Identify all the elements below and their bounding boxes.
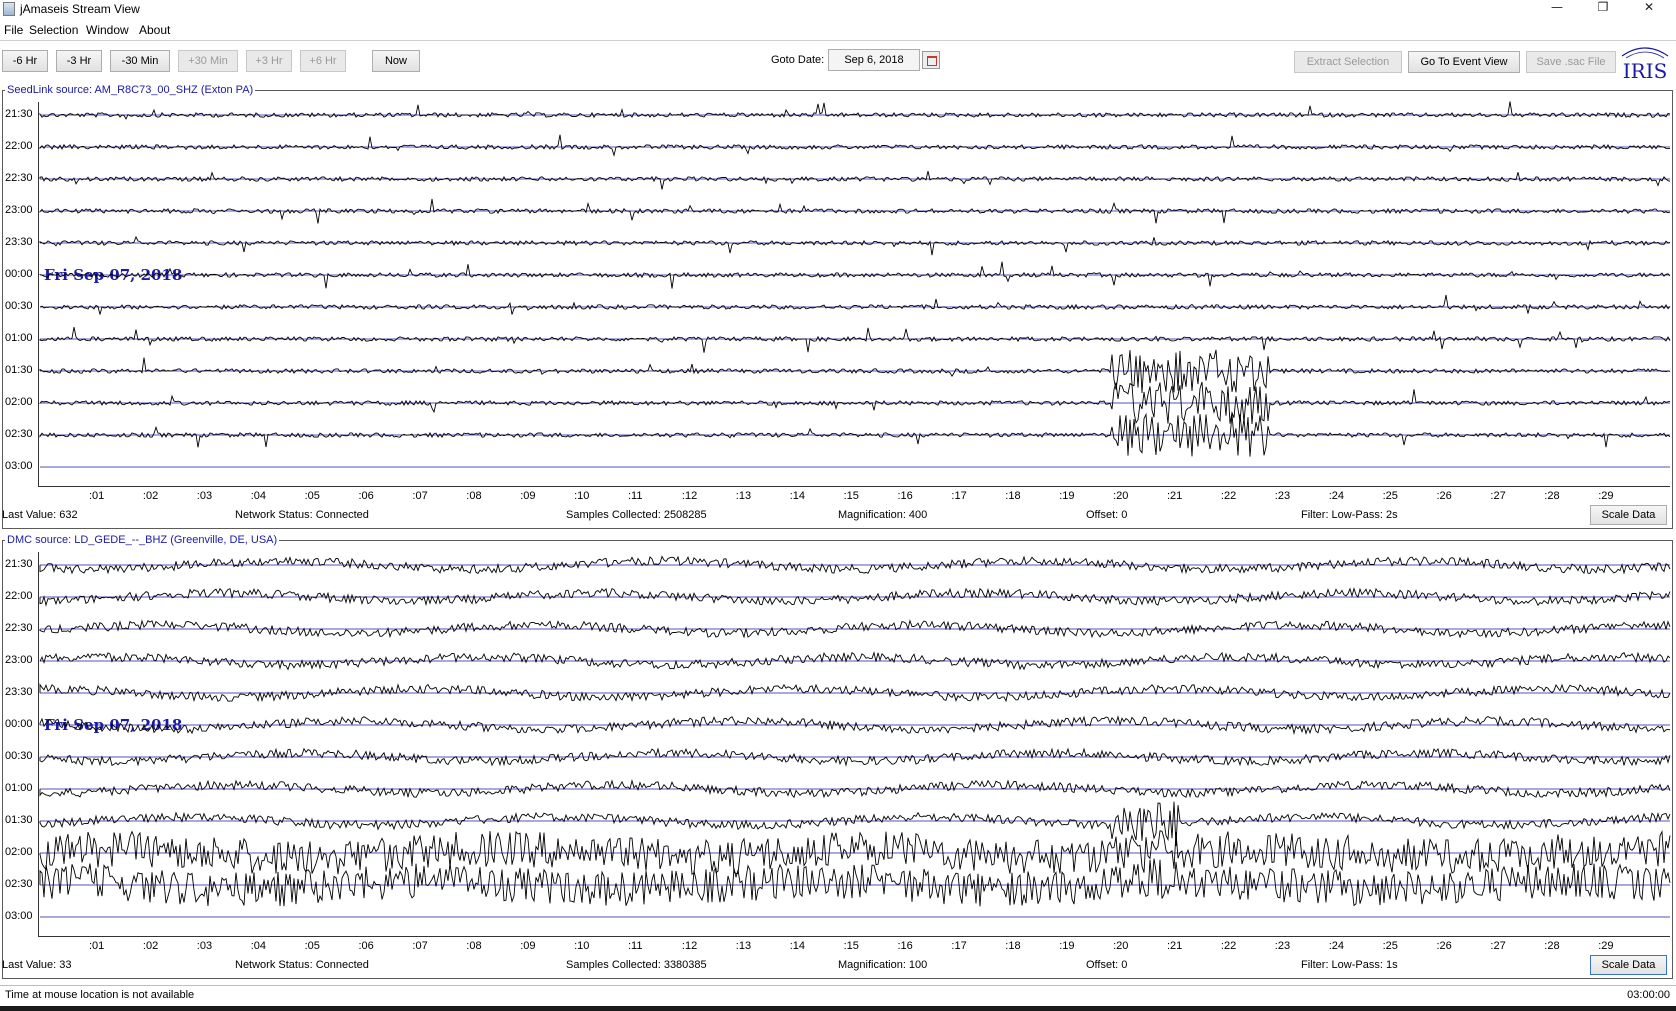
status-bar: Time at mouse location is not available … xyxy=(0,985,1676,1011)
seismic-trace-line xyxy=(39,294,1671,315)
mouse-time-status: Time at mouse location is not available xyxy=(5,989,195,1001)
seismic-trace-line xyxy=(39,801,1671,847)
seismic-trace-line xyxy=(39,327,1671,353)
seismic-trace-line xyxy=(39,101,1671,120)
clock-readout: 03:00:00 xyxy=(1627,989,1670,1001)
seismic-traces xyxy=(39,101,1671,918)
seismic-trace-line xyxy=(39,171,1671,190)
seismic-trace-line xyxy=(39,134,1671,157)
seismic-trace-line xyxy=(39,235,1671,256)
taskbar-strip xyxy=(0,1006,1676,1011)
